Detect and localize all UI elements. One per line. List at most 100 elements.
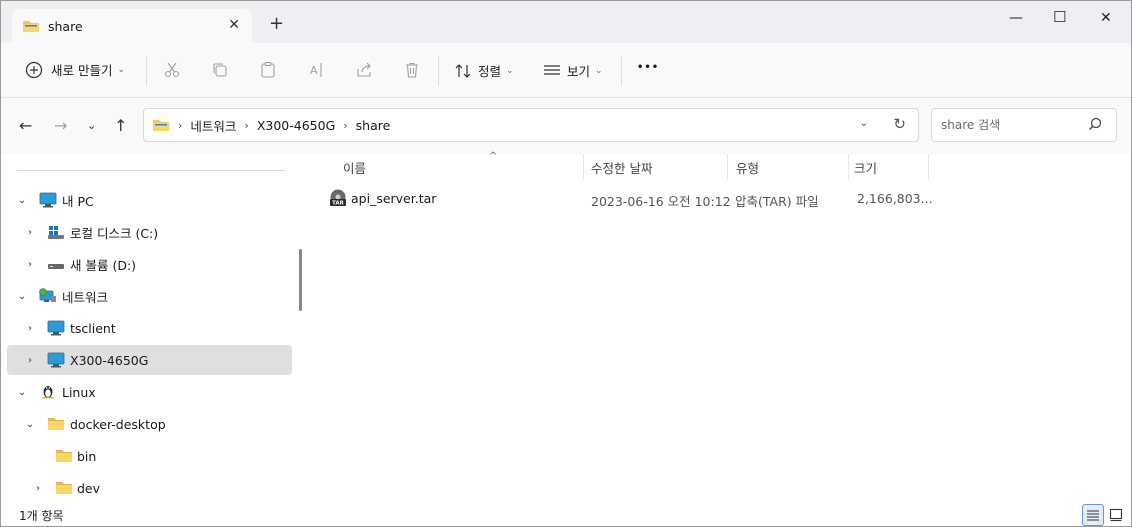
- pc-icon: [39, 192, 57, 208]
- column-divider[interactable]: [583, 154, 584, 180]
- chevron-down-icon[interactable]: ⌄: [16, 387, 28, 398]
- chevron-right-icon[interactable]: ›: [24, 355, 36, 366]
- network-icon: [39, 288, 56, 302]
- tar-archive-icon: TAR: [330, 189, 346, 207]
- breadcrumb-separator-icon: ›: [178, 118, 183, 132]
- table-row[interactable]: TAR api_server.tar 2023-06-16 오전 10:12 압…: [325, 183, 933, 213]
- address-history-chevron-icon[interactable]: ⌄: [860, 118, 868, 129]
- column-header-label: 유형: [736, 160, 760, 176]
- sidebar-item-dev[interactable]: › dev: [7, 473, 292, 503]
- view-button[interactable]: 보기 ⌄: [543, 61, 603, 80]
- details-view-icon: [1087, 510, 1099, 521]
- sidebar-item-linux[interactable]: ⌄ Linux: [7, 377, 292, 407]
- search-box[interactable]: [931, 108, 1117, 142]
- file-modified: 2023-06-16 오전 10:12: [591, 194, 731, 209]
- tab-close-icon[interactable]: ✕: [228, 17, 240, 33]
- chevron-right-icon[interactable]: ›: [24, 227, 36, 238]
- sidebar-item-bin[interactable]: bin: [7, 441, 292, 471]
- column-header-type[interactable]: 유형: [736, 154, 848, 180]
- more-options-button[interactable]: •••: [637, 62, 659, 73]
- sidebar-item-label: 새 볼륨 (D:): [70, 257, 137, 273]
- sort-button[interactable]: 정렬 ⌄: [454, 61, 514, 80]
- sidebar-item-x300-4650g[interactable]: › X300-4650G: [7, 345, 292, 375]
- chevron-right-icon[interactable]: ›: [24, 323, 36, 334]
- column-header-size[interactable]: 크기: [854, 154, 928, 180]
- sidebar-item-docker-desktop[interactable]: ⌄ docker-desktop: [7, 409, 292, 439]
- navigation-bar: ← → ⌄ ↑ › 네트워크 › X300-4650G › share ⌄ ↻: [1, 98, 1131, 154]
- tab-share[interactable]: share ✕: [12, 9, 252, 43]
- scrollbar-thumb[interactable]: [299, 249, 302, 311]
- close-button[interactable]: ✕: [1100, 10, 1112, 26]
- main-area: ⌄ 내 PC › 로컬 디스크 (C:) › 새 볼륨 (D:) ⌄ 네트워크 …: [1, 151, 1131, 503]
- breadcrumb-network[interactable]: 네트워크: [190, 116, 236, 135]
- svg-text:TAR: TAR: [332, 201, 345, 207]
- new-button[interactable]: 새로 만들기 ⌄: [25, 60, 125, 79]
- maximize-button[interactable]: ☐: [1053, 8, 1066, 26]
- chevron-right-icon[interactable]: ›: [24, 259, 36, 270]
- sort-arrows-icon: [455, 63, 471, 78]
- forward-arrow-icon[interactable]: →: [54, 116, 67, 135]
- breadcrumb-host[interactable]: X300-4650G: [257, 118, 335, 133]
- sidebar-item-label: 네트워크: [62, 289, 109, 305]
- search-input[interactable]: [941, 118, 1081, 132]
- drive-c-icon: [48, 226, 64, 239]
- refresh-icon[interactable]: ↻: [893, 115, 906, 133]
- column-divider[interactable]: [928, 154, 929, 180]
- back-arrow-icon[interactable]: ←: [19, 116, 32, 135]
- new-button-label: 새로 만들기: [51, 63, 113, 78]
- column-header-name[interactable]: 이름 ^: [343, 151, 583, 180]
- chevron-down-icon: ⌄: [595, 65, 603, 76]
- chevron-down-icon: ⌄: [506, 65, 514, 76]
- folder-icon: [153, 120, 169, 131]
- navigation-pane: ⌄ 내 PC › 로컬 디스크 (C:) › 새 볼륨 (D:) ⌄ 네트워크 …: [1, 154, 293, 503]
- sidebar-item-local-disk-c[interactable]: › 로컬 디스크 (C:): [7, 217, 292, 247]
- column-header-label: 이름: [343, 160, 367, 176]
- paste-icon[interactable]: [259, 61, 277, 79]
- recent-locations-chevron-icon[interactable]: ⌄: [87, 119, 96, 132]
- linux-penguin-icon: [42, 386, 54, 399]
- navigation-pane-scrollbar[interactable]: [293, 154, 309, 503]
- breadcrumb-share[interactable]: share: [356, 118, 391, 133]
- divider: [146, 56, 147, 86]
- chevron-down-icon[interactable]: ⌄: [16, 291, 28, 302]
- file-type: 압축(TAR) 파일: [735, 194, 819, 209]
- tiles-view-icon: [1109, 508, 1123, 522]
- new-tab-button[interactable]: +: [269, 15, 284, 33]
- file-list: 이름 ^ 수정한 날짜 유형 크기 TAR api_server.tar 202…: [309, 151, 1131, 503]
- sidebar-item-network[interactable]: ⌄ 네트워크: [7, 281, 292, 311]
- rename-icon[interactable]: A: [307, 61, 325, 79]
- sidebar-item-new-volume-d[interactable]: › 새 볼륨 (D:): [7, 249, 292, 279]
- view-button-label: 보기: [567, 64, 591, 79]
- sidebar-item-this-pc[interactable]: ⌄ 내 PC: [7, 185, 292, 215]
- copy-icon[interactable]: [211, 61, 229, 79]
- search-icon[interactable]: [1088, 117, 1102, 131]
- divider: [438, 56, 439, 86]
- breadcrumb-separator-icon: ›: [343, 118, 348, 132]
- sidebar-item-tsclient[interactable]: › tsclient: [7, 313, 292, 343]
- chevron-right-icon[interactable]: ›: [32, 483, 44, 494]
- file-explorer-window: share ✕ + — ☐ ✕ 새로 만들기 ⌄ A 정렬 ⌄ 보기 ⌄ •••…: [0, 0, 1132, 527]
- item-count: 1개 항목: [19, 509, 64, 523]
- title-bar: share ✕ + — ☐ ✕: [1, 1, 1131, 43]
- minimize-button[interactable]: —: [1009, 10, 1023, 26]
- up-arrow-icon[interactable]: ↑: [114, 116, 127, 135]
- monitor-icon: [47, 320, 65, 336]
- column-divider[interactable]: [727, 154, 728, 180]
- file-size: 2,166,803...: [857, 191, 933, 206]
- status-bar: 1개 항목: [1, 503, 1131, 526]
- column-header-modified[interactable]: 수정한 날짜: [591, 154, 727, 180]
- delete-icon[interactable]: [403, 61, 421, 79]
- column-header-label: 수정한 날짜: [591, 160, 653, 176]
- sort-ascending-icon: ^: [489, 151, 498, 162]
- column-header-label: 크기: [854, 160, 878, 176]
- details-view-button[interactable]: [1082, 504, 1104, 526]
- chevron-down-icon[interactable]: ⌄: [24, 419, 36, 430]
- share-icon[interactable]: [355, 61, 373, 79]
- chevron-down-icon[interactable]: ⌄: [16, 195, 28, 206]
- column-divider[interactable]: [848, 154, 849, 180]
- monitor-icon: [47, 352, 65, 368]
- large-icons-view-button[interactable]: [1105, 504, 1127, 526]
- sidebar-item-label: Linux: [62, 384, 96, 400]
- address-bar[interactable]: › 네트워크 › X300-4650G › share ⌄ ↻: [143, 108, 919, 142]
- cut-icon[interactable]: [163, 61, 181, 79]
